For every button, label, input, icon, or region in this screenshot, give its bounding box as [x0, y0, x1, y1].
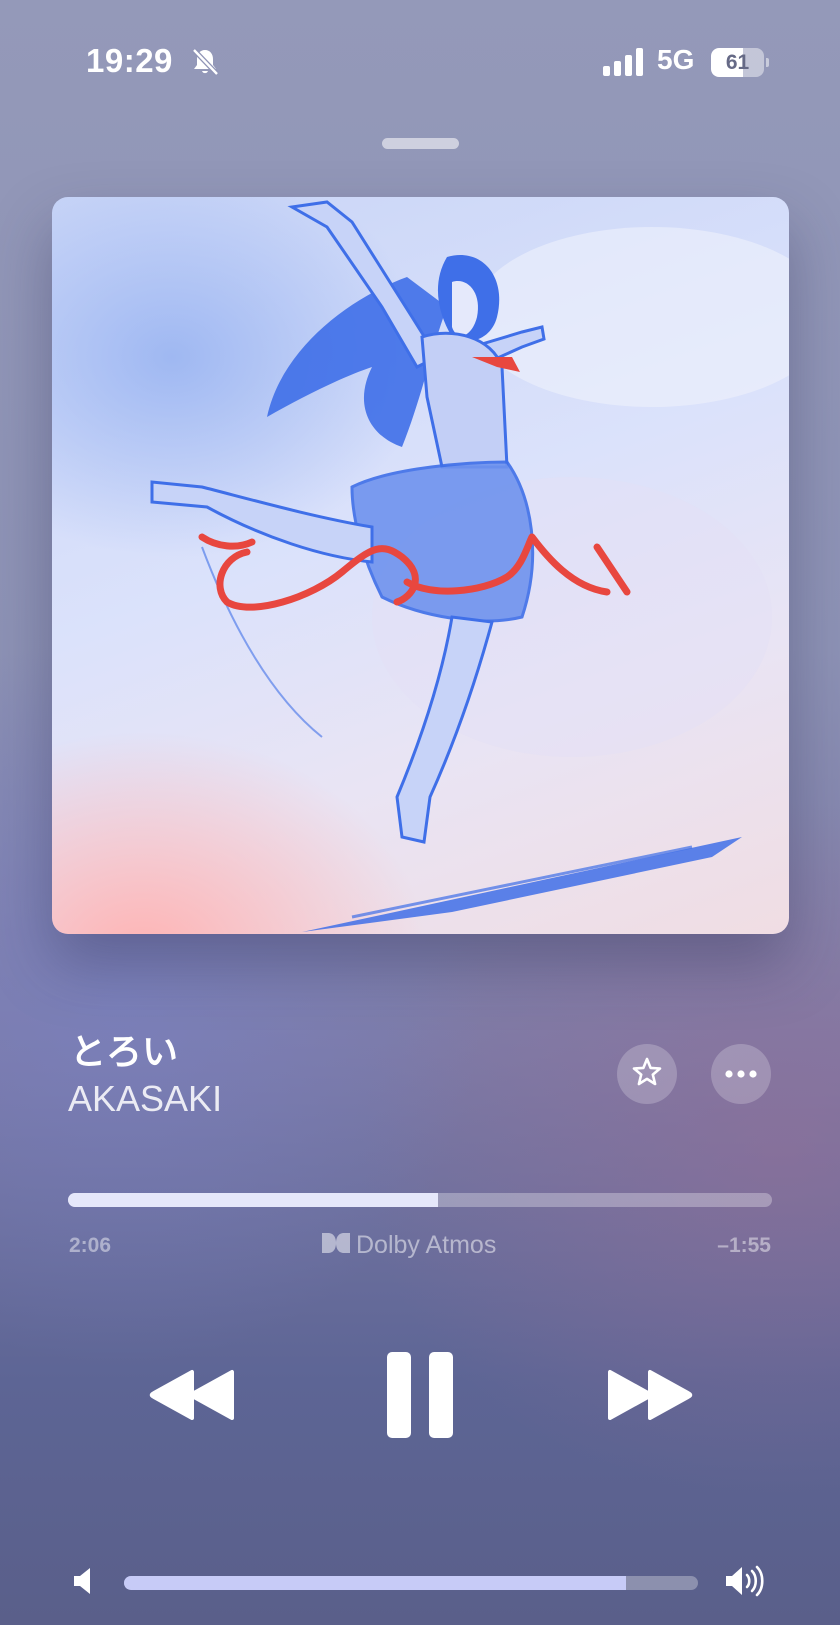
volume-slider[interactable]: [124, 1576, 698, 1590]
dolby-atmos-badge[interactable]: Dolby Atmos: [322, 1231, 496, 1259]
battery-percentage: 61: [725, 51, 750, 74]
status-bar: 19:29 5G 61: [0, 0, 840, 120]
volume-level-fill: [124, 1576, 627, 1590]
network-type: 5G: [657, 44, 695, 75]
favorite-button[interactable]: [617, 1044, 677, 1104]
status-time: 19:29: [86, 42, 173, 79]
ellipsis-icon: [725, 1065, 757, 1083]
pause-icon: [387, 1351, 453, 1443]
battery-icon: 61: [711, 48, 769, 77]
bell-slash-icon: [190, 47, 220, 77]
play-pause-button[interactable]: [387, 1351, 453, 1443]
audio-format-label: Dolby Atmos: [356, 1230, 497, 1259]
remaining-time: –1:55: [717, 1234, 771, 1257]
speaker-high-icon: [724, 1564, 766, 1598]
song-title[interactable]: とろい: [70, 1023, 178, 1075]
dolby-logo-icon: [322, 1231, 350, 1260]
more-options-button[interactable]: [711, 1044, 771, 1104]
forward-icon: [606, 1368, 694, 1427]
star-icon: [631, 1056, 663, 1093]
playback-scrubber[interactable]: [68, 1193, 772, 1207]
next-track-button[interactable]: [606, 1368, 694, 1427]
previous-track-button[interactable]: [148, 1368, 236, 1427]
song-artist[interactable]: AKASAKI: [68, 1078, 222, 1120]
backward-icon: [148, 1368, 236, 1427]
sheet-grabber[interactable]: [382, 138, 459, 149]
album-artwork: [52, 197, 789, 934]
cellular-signal-icon: [603, 48, 645, 76]
playback-progress-fill: [68, 1193, 438, 1207]
elapsed-time: 2:06: [69, 1234, 112, 1257]
speaker-low-icon: [72, 1566, 96, 1596]
